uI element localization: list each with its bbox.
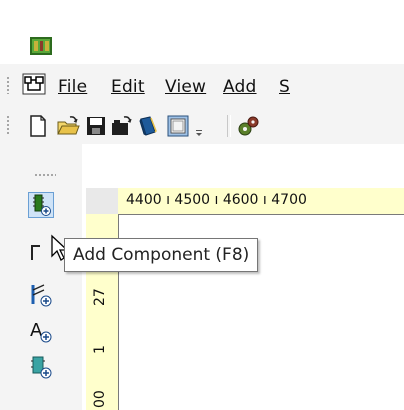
- toolbar-separator: [227, 115, 231, 137]
- top-ruler: 4400 ı 4500 ı 4600 ı 4700: [118, 188, 404, 215]
- menu-s-truncated[interactable]: S: [279, 76, 290, 98]
- left-ruler-label: 00: [92, 390, 108, 408]
- add-component-icon[interactable]: [28, 192, 54, 218]
- menu-view[interactable]: View: [165, 76, 206, 98]
- new-file-icon[interactable]: [26, 114, 50, 138]
- add-text-icon[interactable]: A: [28, 318, 54, 344]
- menu-view-label: View: [165, 77, 207, 97]
- schematic-canvas[interactable]: [86, 188, 404, 410]
- schematic-menu-icon[interactable]: [22, 73, 46, 95]
- library-book-icon[interactable]: [136, 114, 160, 138]
- open-project-icon[interactable]: [110, 114, 134, 138]
- toolbar-overflow-icon[interactable]: [194, 118, 210, 142]
- window-panel-icon[interactable]: [166, 114, 190, 138]
- save-icon[interactable]: [84, 114, 108, 138]
- left-ruler-label: 1: [92, 345, 108, 354]
- leftbar-grip-handle[interactable]: [34, 173, 56, 177]
- menu-add-label: Add: [223, 77, 257, 97]
- menu-file[interactable]: File: [58, 76, 87, 98]
- menu-s-label: S: [279, 77, 290, 97]
- menu-edit-label: Edit: [111, 77, 145, 97]
- menu-file-label: File: [58, 77, 88, 97]
- app-icon: [30, 37, 52, 55]
- open-folder-icon[interactable]: [56, 114, 80, 138]
- menubar-grip-handle[interactable]: [6, 76, 10, 94]
- add-bus-icon[interactable]: [28, 282, 54, 308]
- tooltip: Add Component (F8): [64, 238, 259, 272]
- ruler-corner: [86, 188, 119, 215]
- gear-settings-icon[interactable]: [236, 114, 260, 138]
- menu-edit[interactable]: Edit: [111, 76, 145, 98]
- toolbar-grip-handle[interactable]: [6, 115, 10, 135]
- add-part-icon[interactable]: [28, 354, 54, 380]
- menu-add[interactable]: Add: [223, 76, 257, 98]
- title-bar: [0, 0, 404, 64]
- left-ruler-label: 27: [92, 288, 108, 306]
- top-ruler-labels: 4400 ı 4500 ı 4600 ı 4700: [126, 192, 307, 208]
